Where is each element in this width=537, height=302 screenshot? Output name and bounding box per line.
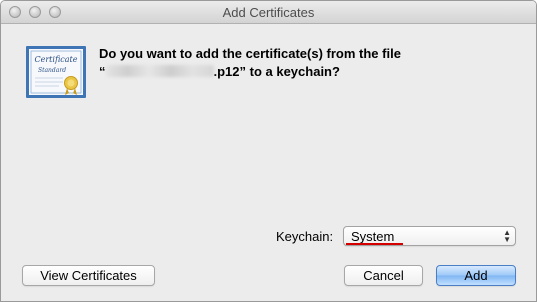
keychain-label: Keychain: <box>276 229 334 244</box>
add-button[interactable]: Add <box>436 265 516 286</box>
annotation-underline <box>346 243 403 245</box>
title-bar: Add Certificates <box>1 1 536 24</box>
cancel-button[interactable]: Cancel <box>344 265 423 286</box>
keychain-selected-value: System <box>351 229 395 244</box>
add-certificates-dialog: Add Certificates Certificate Standard Do… <box>0 0 537 302</box>
certificate-icon: Certificate Standard <box>26 46 86 98</box>
message-line-2: “ .p12” to a keychain? <box>99 63 519 81</box>
redacted-filename <box>105 65 214 77</box>
keychain-popup[interactable]: System ▲ ▼ <box>343 226 516 246</box>
dialog-message: Do you want to add the certificate(s) fr… <box>99 45 519 81</box>
message-line-2-suffix: .p12” to a keychain? <box>213 64 340 79</box>
message-line-1: Do you want to add the certificate(s) fr… <box>99 46 401 61</box>
view-certificates-button[interactable]: View Certificates <box>22 265 155 286</box>
up-down-chevron-icon: ▲ ▼ <box>503 228 511 244</box>
window-title: Add Certificates <box>222 5 315 20</box>
certificate-icon-subtext: Standard <box>38 67 66 74</box>
certificate-icon-text: Certificate <box>35 55 78 64</box>
open-quote: “ <box>99 64 106 79</box>
